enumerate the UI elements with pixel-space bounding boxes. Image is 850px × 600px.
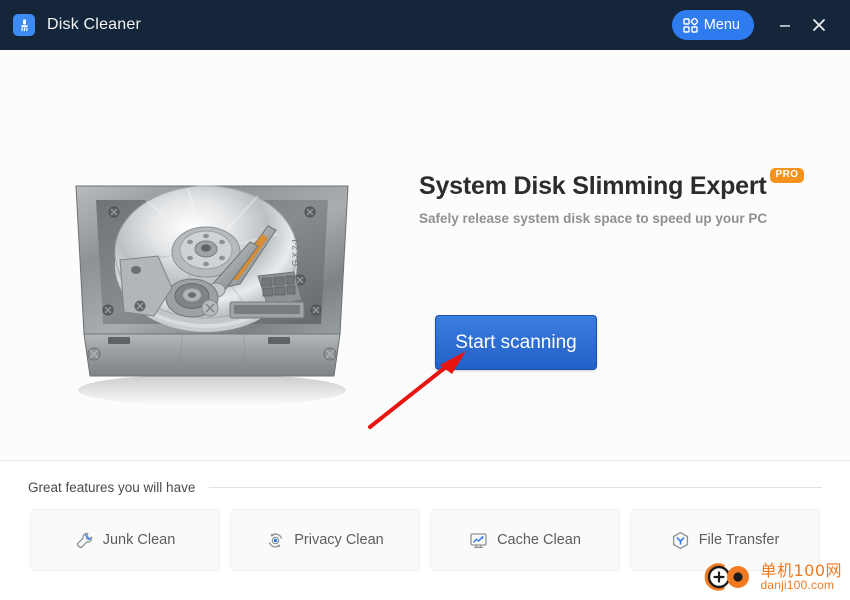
start-scanning-label: Start scanning — [455, 331, 577, 353]
page-title: System Disk Slimming Expert — [419, 172, 767, 200]
broom-icon — [13, 14, 35, 36]
title-bar: Disk Cleaner Menu — [0, 0, 850, 50]
menu-button[interactable]: Menu — [671, 10, 754, 40]
svg-text:G X 2-1: G X 2-1 — [291, 238, 300, 266]
hero-text-block: System Disk Slimming Expert PRO Safely r… — [419, 168, 819, 226]
wrench-brush-icon — [75, 531, 94, 550]
menu-button-label: Menu — [703, 17, 740, 33]
headline-row: System Disk Slimming Expert PRO — [419, 168, 819, 201]
hero-section: G X 2-1 System Disk Slimming Expert PRO … — [0, 50, 850, 460]
close-icon — [811, 17, 827, 33]
features-header: Great features you will have — [28, 480, 822, 495]
feature-card-list: Junk Clean Privacy Clean Cache Clean Fil… — [30, 509, 820, 571]
hexagon-download-icon — [671, 531, 690, 550]
refresh-circle-icon — [266, 531, 285, 550]
feature-label: Privacy Clean — [294, 532, 384, 548]
minimize-button[interactable] — [770, 8, 800, 42]
section-divider — [209, 487, 822, 488]
app-window: Disk Cleaner Menu G X 2-1 System Disk Sl… — [0, 0, 850, 600]
titlebar-controls: Menu — [671, 0, 850, 50]
pro-badge: PRO — [769, 168, 805, 183]
features-section-title: Great features you will have — [28, 480, 196, 495]
page-subtitle: Safely release system disk space to spee… — [419, 210, 768, 226]
minimize-icon — [778, 18, 792, 32]
feature-label: Cache Clean — [497, 532, 581, 548]
feature-card-cache-clean[interactable]: Cache Clean — [430, 509, 620, 571]
feature-card-file-transfer[interactable]: File Transfer — [630, 509, 820, 571]
feature-label: Junk Clean — [102, 532, 176, 548]
feature-card-junk-clean[interactable]: Junk Clean — [30, 509, 220, 571]
close-button[interactable] — [804, 8, 834, 42]
start-scanning-button[interactable]: Start scanning — [435, 315, 597, 370]
feature-card-privacy-clean[interactable]: Privacy Clean — [230, 509, 420, 571]
hard-disk-drive-illustration: G X 2-1 — [62, 138, 362, 428]
feature-label: File Transfer — [698, 532, 780, 548]
monitor-chart-icon — [469, 531, 488, 550]
features-section: Great features you will have Junk Clean — [0, 460, 850, 600]
window-title: Disk Cleaner — [47, 16, 141, 33]
grid-menu-icon — [683, 17, 698, 33]
